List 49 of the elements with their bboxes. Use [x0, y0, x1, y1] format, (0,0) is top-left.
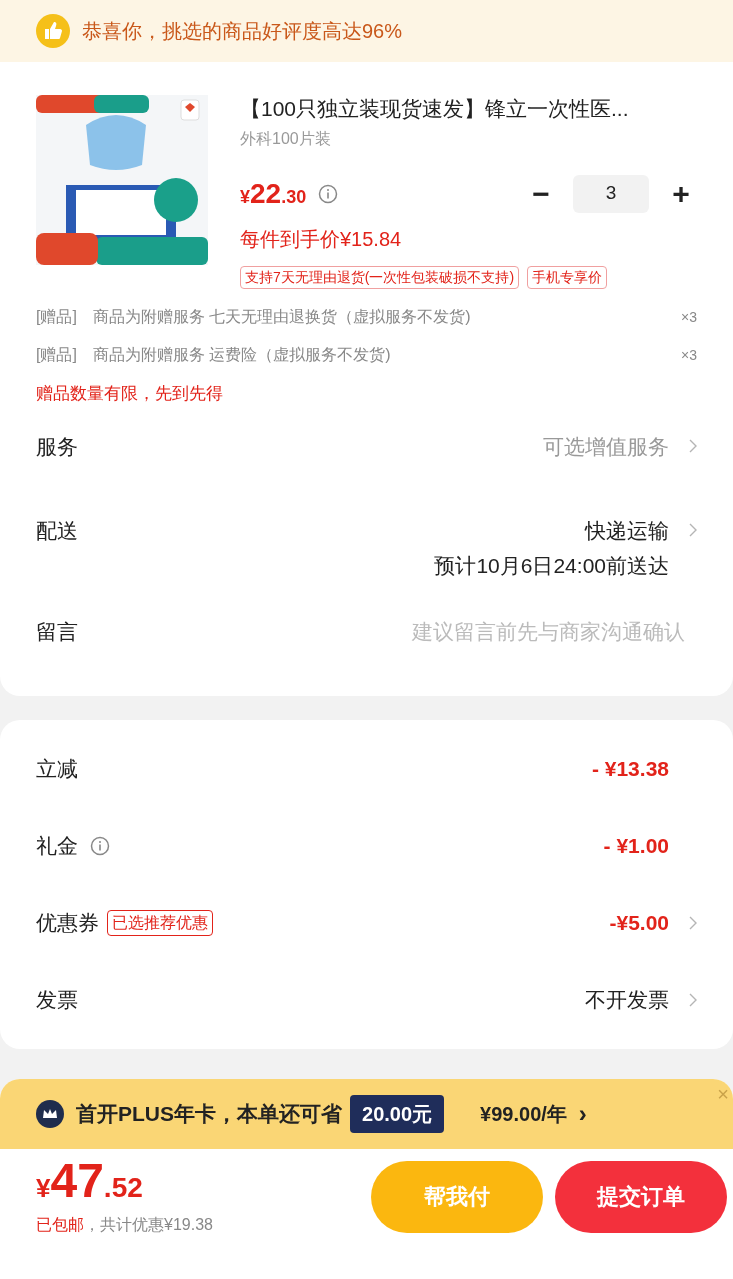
option-label: 留言: [36, 618, 78, 645]
plus-price: ¥99.00/年: [480, 1101, 567, 1127]
thumbs-up-icon: [36, 14, 70, 48]
chevron-right-icon: [689, 522, 697, 537]
chevron-right-icon: [689, 915, 697, 930]
info-icon[interactable]: [90, 835, 110, 856]
product-spec: 外科100片装: [240, 129, 332, 149]
plus-button[interactable]: +: [665, 171, 697, 216]
summary-value[interactable]: -¥5.00: [609, 906, 669, 939]
submit-button[interactable]: 提交订单: [555, 1160, 727, 1233]
total-note: 已包邮，共计优惠¥19.38: [36, 1214, 214, 1235]
info-icon[interactable]: [318, 183, 339, 204]
gift-tag: [赠品]: [36, 343, 77, 367]
summary-label: 发票: [36, 986, 78, 1013]
unit-price: ¥22.30: [240, 176, 307, 211]
summary-value: - ¥1.00: [603, 832, 669, 859]
saving-badge: 20.00元: [350, 1094, 445, 1133]
gift-tag: [赠品]: [36, 305, 77, 329]
coupon-tag: 已选推荐优惠: [107, 909, 213, 936]
gift-count: ×3: [681, 345, 697, 365]
delivery-estimate: 预计10月6日24:00前送达: [434, 553, 669, 579]
product-title[interactable]: 【100只独立装现货速发】锋立一次性医...: [240, 95, 697, 123]
chevron-right-icon: [689, 992, 697, 1007]
minus-button[interactable]: −: [525, 171, 557, 216]
badge-icon: [180, 99, 200, 121]
chevron-text: ›: [578, 1098, 587, 1129]
chevron-right-icon: [689, 438, 697, 453]
plus-text: 首开PLUS年卡，本单还可省: [76, 1100, 342, 1127]
banner-text: 恭喜你，挑选的商品好评度高达96%: [82, 19, 403, 44]
gift-note: 赠品数量有限，先到先得: [36, 383, 224, 405]
summary-label: 优惠券: [36, 909, 99, 936]
quantity-field[interactable]: 3: [573, 174, 649, 213]
product-tag: 手机专享价: [527, 266, 608, 289]
plus-bar[interactable]: 首开PLUS年卡，本单还可省 20.00元 ¥99.00/年 › ×: [0, 1078, 733, 1149]
summary-value: - ¥13.38: [591, 755, 669, 782]
crown-icon: [36, 1099, 64, 1128]
product-tag: 支持7天无理由退货(一次性包装破损不支持): [240, 266, 520, 289]
message-field[interactable]: 建议留言前先与商家沟通确认: [345, 615, 685, 647]
summary-label: 立减: [36, 755, 78, 782]
option-label: 配送: [36, 517, 78, 544]
summary-value[interactable]: 不开发票: [585, 983, 669, 1016]
gift-text: 商品为附赠服务 运费险（虚拟服务不发货): [92, 345, 392, 365]
summary-label: 礼金: [36, 832, 78, 859]
final-price: 每件到手价¥15.84: [240, 227, 403, 252]
option-value[interactable]: 快递运输: [585, 514, 669, 546]
option-label: 服务: [36, 433, 78, 460]
gift-count: ×3: [681, 307, 697, 327]
total-price: ¥47.52: [36, 1156, 144, 1205]
gift-text: 商品为附赠服务 七天无理由退换货（虚拟服务不发货): [92, 307, 472, 327]
